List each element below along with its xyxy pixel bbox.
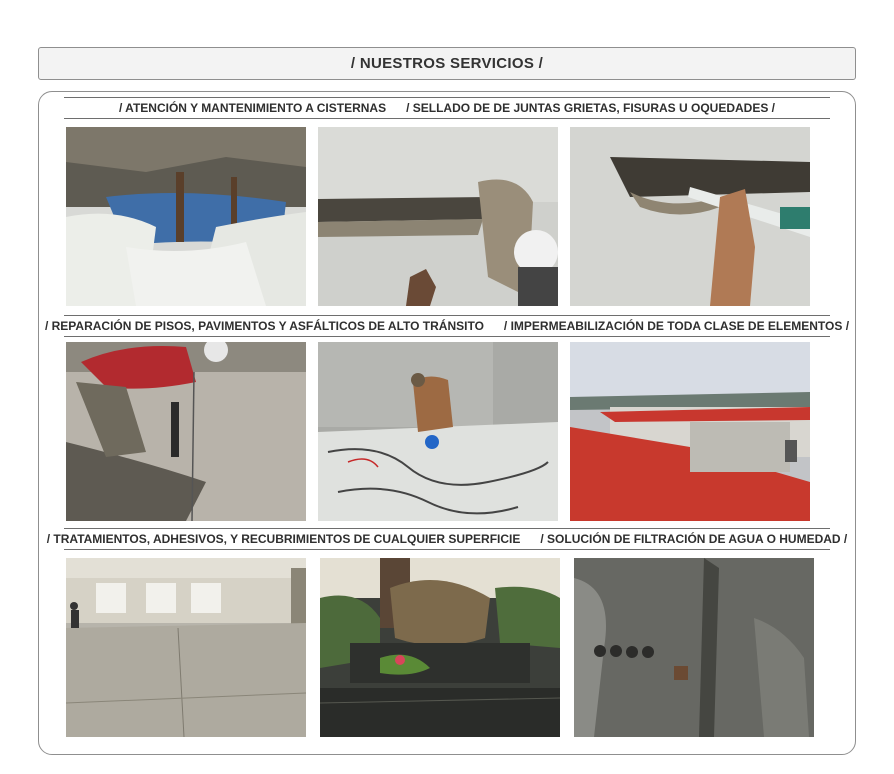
caption-tratamientos: / TRATAMIENTOS, ADHESIVOS, Y RECUBRIMIEN… (46, 532, 521, 546)
photo-decorative-fountain (320, 558, 560, 737)
photo-cistern-maintenance (66, 127, 306, 306)
caption-reparacion-pisos: / REPARACIÓN DE PISOS, PAVIMENTOS Y ASFÁ… (44, 319, 484, 333)
photo-interior-floor (66, 558, 306, 737)
photo-red-roof (570, 342, 810, 521)
caption-cisternas: / ATENCIÓN Y MANTENIMIENTO A CISTERNAS (118, 101, 387, 115)
section-title-text: / NUESTROS SERVICIOS / (350, 55, 544, 72)
service-caption-row-2: / REPARACIÓN DE PISOS, PAVIMENTOS Y ASFÁ… (45, 315, 849, 337)
section-title: / NUESTROS SERVICIOS / (38, 47, 856, 80)
caption-sellado: / SELLADO DE DE JUNTAS GRIETAS, FISURAS … (406, 101, 776, 115)
caption-filtracion: / SOLUCIÓN DE FILTRACIÓN DE AGUA O HUMED… (540, 532, 848, 546)
caption-impermeabilizacion: / IMPERMEABILIZACIÓN DE TODA CLASE DE EL… (503, 319, 850, 333)
service-caption-row-1: / ATENCIÓN Y MANTENIMIENTO A CISTERNAS /… (64, 97, 830, 119)
photo-caulking-gun (570, 127, 810, 306)
service-caption-row-3: / TRATAMIENTOS, ADHESIVOS, Y RECUBRIMIEN… (47, 528, 847, 550)
photo-floor-drilling (66, 342, 306, 521)
photo-water-leak-wall (574, 558, 814, 737)
photo-waterproofing-room (318, 342, 558, 521)
photo-crack-sealing-wall (318, 127, 558, 306)
